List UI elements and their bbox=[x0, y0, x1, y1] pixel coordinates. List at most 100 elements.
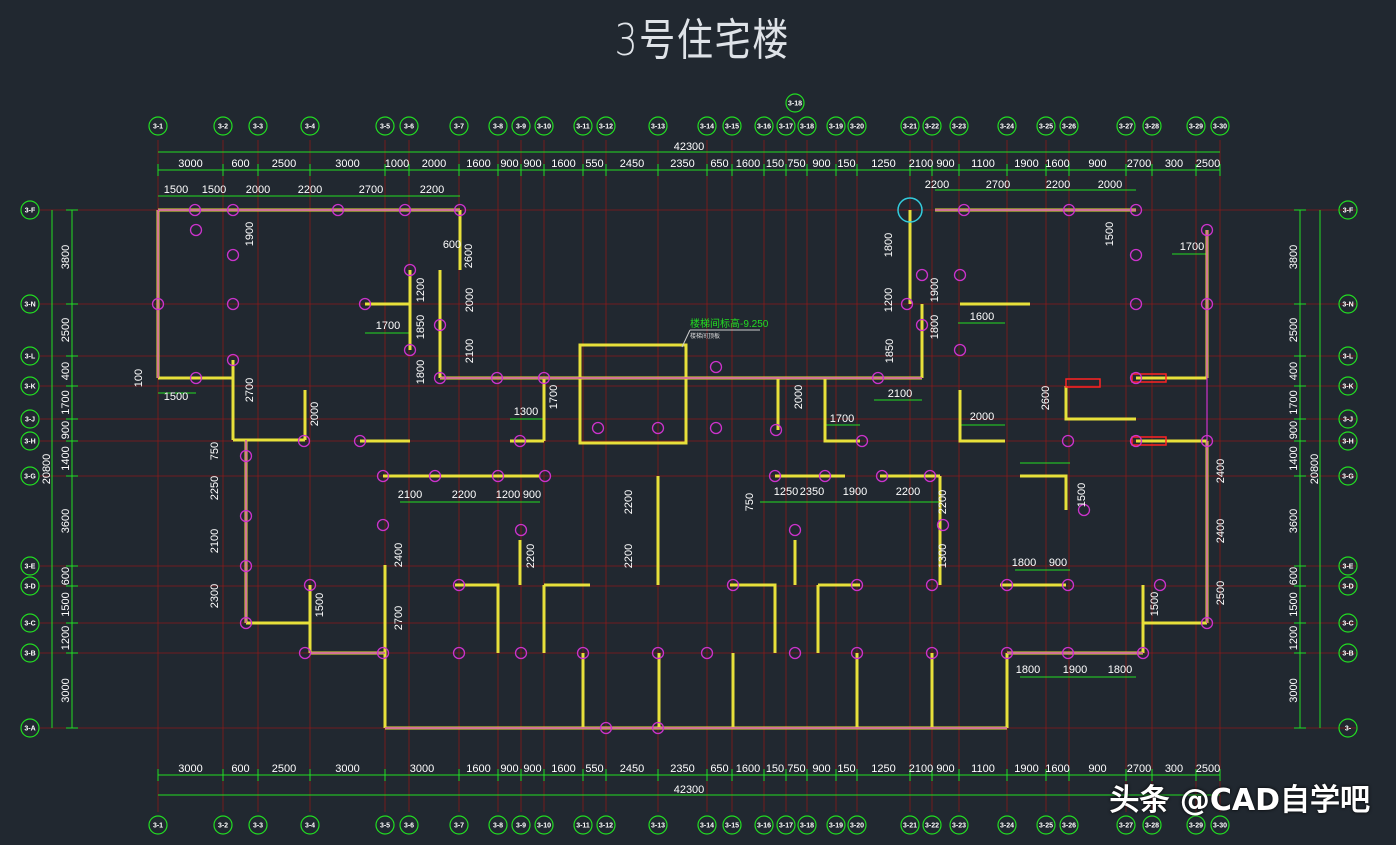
grid-bubble-label: 3-6 bbox=[404, 823, 414, 830]
dimension-label: 2500 bbox=[272, 763, 296, 775]
stair-annotation: 楼梯间标高-9.250 楼梯间顶板 bbox=[682, 317, 769, 347]
interior-dimension-label: 1300 bbox=[937, 544, 949, 568]
grid-bubbles: 3-13-13-23-23-33-33-43-43-53-53-63-63-73… bbox=[21, 94, 1357, 834]
dimension-label: 1600 bbox=[466, 763, 490, 775]
grid-bubble-label: 3-4 bbox=[305, 823, 315, 830]
dimension-label: 900 bbox=[500, 763, 518, 775]
grid-bubble-label: 3- bbox=[1345, 726, 1352, 733]
grid-bubble-label: 3-20 bbox=[850, 823, 864, 830]
interior-dimension-label: 1500 bbox=[1149, 592, 1161, 616]
dimension-label: 3000 bbox=[335, 158, 359, 170]
dimension-label: 2700 bbox=[1127, 158, 1151, 170]
column-marker bbox=[593, 423, 604, 434]
grid-bubble-label: 3-J bbox=[25, 417, 35, 424]
grid-bubble-label: 3-17 bbox=[779, 823, 793, 830]
grid-bubble-label: 3-2 bbox=[218, 124, 228, 131]
grid-bubble-label: 3-19 bbox=[829, 124, 843, 131]
grid-bubble-label: 3-30 bbox=[1213, 124, 1227, 131]
grid-bubble-label: 3-5 bbox=[380, 124, 390, 131]
grid-bubble-label: 3-C bbox=[1342, 621, 1353, 628]
column-marker bbox=[711, 362, 722, 373]
dimension-label: 150 bbox=[837, 158, 855, 170]
interior-dimension-label: 2200 bbox=[298, 184, 322, 196]
grid-bubble-label: 3-21 bbox=[903, 823, 917, 830]
floor-plan-canvas[interactable]: 3-13-13-23-23-33-33-43-43-53-53-63-63-73… bbox=[0, 0, 1396, 845]
column-marker bbox=[771, 425, 782, 436]
grid-bubble-label: 3-26 bbox=[1062, 823, 1076, 830]
dimension-label: 2500 bbox=[1196, 763, 1220, 775]
grid-bubble-label: 3-17 bbox=[779, 124, 793, 131]
dimension-label: 600 bbox=[1288, 567, 1300, 585]
interior-dimension-label: 1900 bbox=[244, 222, 256, 246]
dimension-label: 550 bbox=[585, 158, 603, 170]
grid-bubble-label: 3-D bbox=[24, 584, 35, 591]
total-width-label: 42300 bbox=[674, 784, 705, 796]
grid-bubble-label: 3-13 bbox=[651, 823, 665, 830]
dimension-label: 1400 bbox=[60, 446, 72, 470]
dimension-label: 150 bbox=[837, 763, 855, 775]
dimension-label: 1200 bbox=[60, 626, 72, 650]
interior-dimension-label: 2000 bbox=[793, 385, 805, 409]
grid-bubble-label: 3-11 bbox=[576, 823, 590, 830]
grid-bubble-label: 3-22 bbox=[925, 823, 939, 830]
grid-bubble-label: 3-24 bbox=[1000, 124, 1014, 131]
interior-dimension-label: 2000 bbox=[970, 411, 994, 423]
grid-bubble-label: 3-14 bbox=[700, 124, 714, 131]
interior-dimension-label: 2000 bbox=[1098, 179, 1122, 191]
dimension-label: 1600 bbox=[551, 158, 575, 170]
grid-bubble-label: 3-29 bbox=[1189, 124, 1203, 131]
dimension-label: 900 bbox=[500, 158, 518, 170]
grid-bubble-label: 3-15 bbox=[725, 823, 739, 830]
column-marker bbox=[955, 345, 966, 356]
dimension-label: 3600 bbox=[60, 509, 72, 533]
grid-bubble-label: 3-26 bbox=[1062, 124, 1076, 131]
dimension-labels: 3000600250030001000200016009009001600550… bbox=[41, 141, 1321, 796]
dimension-label: 400 bbox=[60, 362, 72, 380]
interior-dimension-label: 1700 bbox=[1180, 241, 1204, 253]
dimension-label: 3000 bbox=[410, 763, 434, 775]
dimension-label: 150 bbox=[766, 158, 784, 170]
interior-dimension-label: 2000 bbox=[464, 288, 476, 312]
dimension-label: 2450 bbox=[620, 763, 644, 775]
column-marker bbox=[1155, 580, 1166, 591]
interior-dimension-label: 1900 bbox=[929, 278, 941, 302]
interior-dimension-label: 1500 bbox=[314, 593, 326, 617]
grid-bubble-label: 3-4 bbox=[305, 124, 315, 131]
grid-bubble-label: 3-7 bbox=[454, 124, 464, 131]
grid-bubble-label: 3-L bbox=[1343, 354, 1354, 361]
dimension-label: 650 bbox=[710, 158, 728, 170]
dimension-label: 1250 bbox=[871, 158, 895, 170]
dimension-label: 3800 bbox=[1288, 245, 1300, 269]
interior-dimension-label: 600 bbox=[443, 239, 461, 251]
interior-dimension-label: 2200 bbox=[525, 544, 537, 568]
dimension-label: 650 bbox=[710, 763, 728, 775]
dimension-label: 1600 bbox=[551, 763, 575, 775]
grid-bubble-label: 3-18 bbox=[788, 101, 802, 108]
grid-bubble-label: 3-12 bbox=[599, 823, 613, 830]
dimension-label: 1600 bbox=[466, 158, 490, 170]
interior-dimension-label: 2300 bbox=[209, 584, 221, 608]
interior-dimension-label: 2400 bbox=[1215, 519, 1227, 543]
interior-dimension-label: 1800 bbox=[929, 315, 941, 339]
column-marker bbox=[955, 270, 966, 281]
interior-dimension-label: 1800 bbox=[1016, 664, 1040, 676]
dimension-label: 3000 bbox=[178, 158, 202, 170]
grid-bubble-label: 3-10 bbox=[537, 823, 551, 830]
grid-bubble-label: 3-N bbox=[24, 302, 35, 309]
grid-bubble-label: 3-25 bbox=[1039, 823, 1053, 830]
grid-bubble-label: 3-23 bbox=[952, 823, 966, 830]
dimension-label: 900 bbox=[812, 763, 830, 775]
interior-dimension-label: 1800 bbox=[415, 360, 427, 384]
dimension-label: 900 bbox=[812, 158, 830, 170]
dimension-label: 3000 bbox=[60, 678, 72, 702]
interior-dimension-label: 900 bbox=[523, 489, 541, 501]
dimension-label: 2000 bbox=[422, 158, 446, 170]
dimension-label: 3600 bbox=[1288, 509, 1300, 533]
dimension-label: 1500 bbox=[1288, 592, 1300, 616]
dimension-label: 2100 bbox=[909, 763, 933, 775]
grid-bubble-label: 3-A bbox=[24, 726, 35, 733]
interior-dimension-label: 1850 bbox=[415, 315, 427, 339]
dimension-label: 2450 bbox=[620, 158, 644, 170]
wall-segment bbox=[580, 345, 686, 443]
grid-bubble-label: 3-8 bbox=[493, 823, 503, 830]
